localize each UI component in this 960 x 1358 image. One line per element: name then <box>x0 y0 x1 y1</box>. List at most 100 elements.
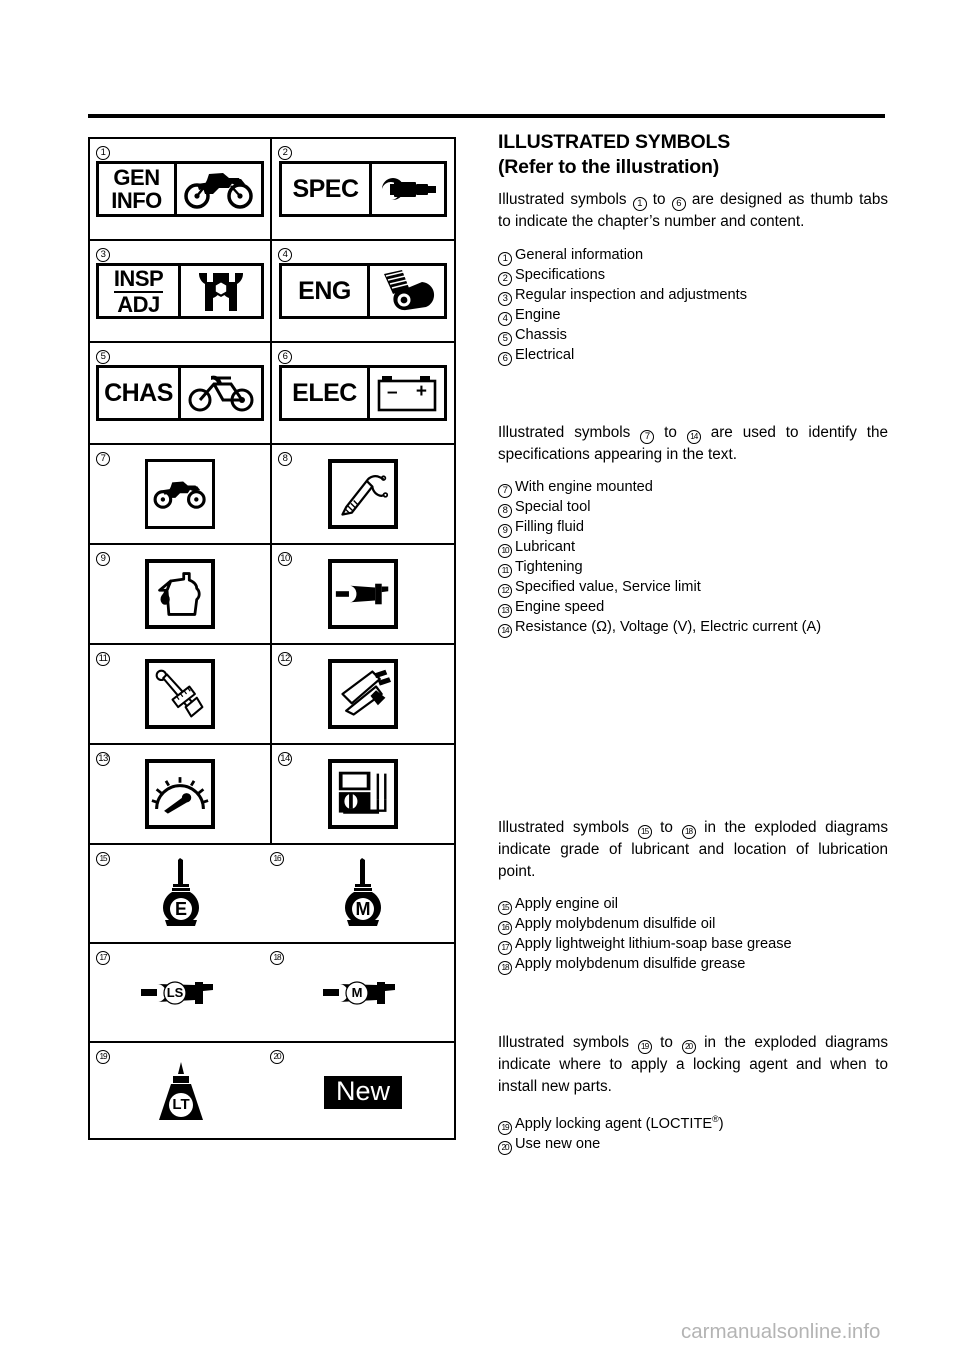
list-item: 17 Apply lightweight lithium-soap base gr… <box>498 935 888 955</box>
symbol-cell-5: 5 CHAS <box>90 343 272 443</box>
symbol-number: 6 <box>278 347 292 364</box>
list-item: 20 Use new one <box>498 1135 888 1155</box>
item-number: 18 <box>498 961 512 975</box>
symbol-number: 4 <box>278 245 292 262</box>
item-number: 12 <box>498 584 512 598</box>
inline-number-ref: 18 <box>681 825 696 839</box>
tab-chas-icon: CHAS <box>96 365 264 421</box>
tab-label-line1: INSP <box>113 265 164 293</box>
inline-number-ref: 1 <box>632 197 647 211</box>
page-subtitle: (Refer to the illustration) <box>498 156 720 178</box>
apply-engine-oil-icon: E <box>90 845 272 942</box>
list-item: 8 Special tool <box>498 498 888 518</box>
symbol-number: 20 <box>270 1047 284 1064</box>
symbol-cell-13: 13 <box>90 745 272 843</box>
symbol-cell-6: 6 ELEC – + <box>272 343 454 443</box>
tab-eng-icon: ENG <box>279 263 447 319</box>
specification-symbol-list: 7 With engine mounted 8 Special tool 9 Fill… <box>498 478 888 638</box>
table-row: 9 10 <box>90 545 454 645</box>
symbol-cell-1: 1 GEN INFO <box>90 139 272 239</box>
intro-paragraph-3: Illustrated symbols 15 to 18 in the expl… <box>498 817 888 882</box>
item-label: Specifications <box>515 266 606 283</box>
apply-moly-grease-icon: M <box>272 944 454 1041</box>
item-number: 8 <box>498 504 512 518</box>
item-number: 2 <box>498 271 512 286</box>
grease-mark-label: LS <box>166 984 184 1000</box>
item-number: 3 <box>498 291 512 306</box>
locking-agent-mark-label: LT <box>172 1095 190 1113</box>
item-label: Lubricant <box>515 539 576 555</box>
intro-paragraph-2: Illustrated symbols 7 to 14 are used to … <box>498 422 888 466</box>
symbol-number: 11 <box>96 649 110 666</box>
item-label: With engine mounted <box>515 479 653 495</box>
wide-symbol-row: 17 18 LS M <box>90 944 454 1041</box>
item-label: Apply molybdenum disulfide grease <box>515 956 746 972</box>
symbol-number: 15 <box>96 849 110 866</box>
list-item: 7 With engine mounted <box>498 478 888 498</box>
tab-label-line2: INFO <box>111 188 162 213</box>
apply-lithium-grease-icon: LS <box>90 944 272 1041</box>
watermark: carmanualsonline.info <box>681 1320 881 1343</box>
item-number: 10 <box>498 544 512 558</box>
inline-number-ref: 15 <box>637 825 652 839</box>
symbol-number: 1 <box>96 143 110 160</box>
tab-label-line1: SPEC <box>292 175 359 203</box>
list-item: 15 Apply engine oil <box>498 895 888 915</box>
wrench-nut-icon <box>181 266 261 316</box>
item-number: 6 <box>498 351 512 366</box>
symbol-cell-7: 7 <box>90 445 272 543</box>
symbol-number: 7 <box>96 449 110 466</box>
item-label: Chassis <box>515 326 567 343</box>
symbol-number: 19 <box>96 1047 110 1064</box>
symbol-number: 5 <box>96 347 110 364</box>
item-label: Engine <box>515 306 561 323</box>
item-label: Special tool <box>515 499 591 515</box>
item-number: 5 <box>498 331 512 346</box>
specified-value-icon <box>328 659 398 729</box>
symbol-number: 10 <box>278 549 292 566</box>
lubricant-icon <box>328 559 398 629</box>
battery-icon: – + <box>370 368 444 418</box>
tab-label-line1: CHAS <box>104 379 173 407</box>
table-row: 5 CHAS 6 ELEC – + <box>90 343 454 445</box>
list-item: 16 Apply molybdenum disulfide oil <box>498 915 888 935</box>
header-rule <box>88 114 885 118</box>
symbol-cell-10: 10 <box>272 545 454 643</box>
paragraph-middle: to <box>664 423 677 441</box>
item-label: Apply lightweight lithium-soap base grea… <box>515 936 792 952</box>
inline-number-ref: 6 <box>671 197 686 211</box>
table-row: 19 20 LT New <box>90 1043 454 1142</box>
paragraph-lead: Illustrated symbols <box>498 1034 629 1051</box>
oiler-mark-label: E <box>174 898 187 919</box>
item-number: 11 <box>498 564 512 578</box>
symbol-cell-3: 3 INSP ADJ <box>90 241 272 341</box>
item-number: 9 <box>498 524 512 538</box>
symbol-number: 12 <box>278 649 292 666</box>
item-label: Apply engine oil <box>515 896 619 912</box>
list-item: 10 Lubricant <box>498 538 888 558</box>
paragraph-middle: to <box>660 1034 673 1051</box>
symbol-number: 8 <box>278 449 292 466</box>
grease-mark-label: M <box>351 984 363 1000</box>
item-number: 7 <box>498 484 512 498</box>
symbol-cell-2: 2 SPEC <box>272 139 454 239</box>
item-number: 20 <box>498 1140 512 1155</box>
item-label-base: Apply locking agent (LOCTITE <box>515 1115 713 1132</box>
table-row: 1 GEN INFO 2 SPEC <box>90 139 454 241</box>
item-label: Apply molybdenum disulfide oil <box>515 916 716 932</box>
tab-label-line1: ELEC <box>292 379 357 407</box>
item-number: 13 <box>498 604 512 618</box>
inline-number-ref: 20 <box>681 1040 696 1054</box>
item-label: Tightening <box>515 559 583 575</box>
symbol-number: 2 <box>278 143 292 160</box>
inline-number-ref: 7 <box>640 429 655 444</box>
paragraph-lead: Illustrated symbols <box>498 191 627 208</box>
page-title: ILLUSTRATED SYMBOLS <box>498 131 730 153</box>
special-tool-icon <box>328 459 398 529</box>
tab-elec-icon: ELEC – + <box>279 365 447 421</box>
symbol-cell-4: 4 ENG <box>272 241 454 341</box>
item-number: 17 <box>498 941 512 955</box>
oiler-mark-label: M <box>355 898 371 919</box>
intro-paragraph-1: Illustrated symbols 1 to 6 are designed … <box>498 189 888 233</box>
